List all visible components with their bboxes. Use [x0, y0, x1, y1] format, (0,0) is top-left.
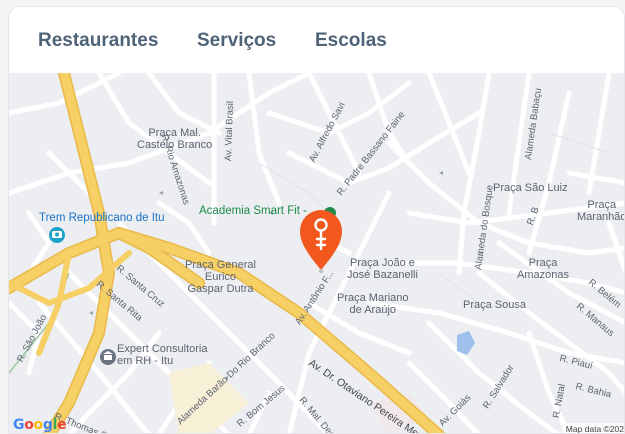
place-trem-republicano[interactable]: Trem Republicano de Itu: [39, 212, 165, 224]
tab-servicos[interactable]: Serviços: [197, 30, 276, 52]
map-card: Restaurantes Serviços Escolas Praça Mal.…: [8, 6, 625, 434]
category-tabs: Restaurantes Serviços Escolas: [9, 7, 624, 73]
map-data-attribution[interactable]: Map data ©202: [561, 423, 624, 433]
place-praca-castelo: Praça Mal. Castelo Branco: [137, 127, 213, 151]
place-praca-sousa: Praça Sousa: [463, 299, 526, 311]
tab-escolas[interactable]: Escolas: [315, 30, 387, 52]
place-praca-eurico: Praça General Eurico Gaspar Dutra: [185, 259, 256, 295]
camera-poi-icon: [49, 227, 65, 243]
building-poi-icon: [100, 349, 116, 365]
place-praca-mariano: Praça Mariano de Araújo: [337, 292, 409, 316]
place-praca-amazonas: Praça Amazonas: [517, 257, 569, 281]
place-academia[interactable]: Academia Smart Fit -: [199, 205, 307, 217]
place-praca-bazanelli: Praça João e José Bazanelli: [347, 257, 418, 281]
tab-restaurantes[interactable]: Restaurantes: [38, 30, 158, 52]
google-logo[interactable]: Google: [13, 417, 67, 433]
place-praca-sao-luiz: Praça São Luiz: [493, 182, 568, 194]
place-expert-consultoria[interactable]: Expert Consultoria em RH - Itu: [117, 343, 208, 367]
map-view[interactable]: Praça Mal. Castelo Branco Trem Republica…: [9, 73, 625, 433]
location-marker[interactable]: [300, 210, 342, 274]
street-vital-brasil: Av. Vital Brasil: [223, 100, 237, 162]
place-praca-maranhao: Praça Maranhão: [577, 199, 625, 223]
